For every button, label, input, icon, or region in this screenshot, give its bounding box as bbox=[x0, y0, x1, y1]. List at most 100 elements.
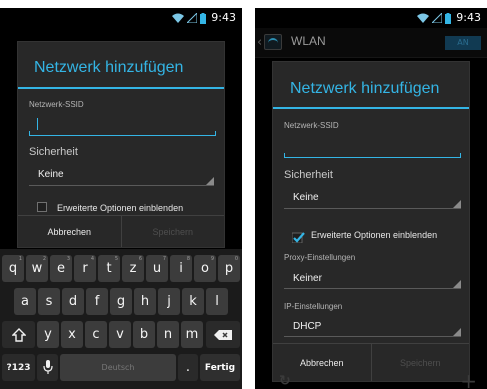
proxy-value: Keiner bbox=[293, 273, 322, 284]
key-m[interactable]: m bbox=[181, 321, 203, 348]
ssid-input[interactable] bbox=[29, 118, 216, 136]
dropdown-arrow-icon bbox=[453, 328, 461, 336]
key-r[interactable]: r4 bbox=[74, 255, 96, 282]
key-hint: 7 bbox=[162, 256, 166, 262]
done-key[interactable]: Fertig bbox=[200, 354, 240, 381]
keyboard-row-3: yxcvbnm bbox=[0, 321, 242, 351]
symbols-key[interactable]: ?123 bbox=[2, 354, 35, 381]
microphone-icon bbox=[42, 360, 53, 374]
key-i[interactable]: i8 bbox=[170, 255, 192, 282]
key-f[interactable]: f bbox=[86, 288, 108, 315]
voice-input-key[interactable] bbox=[37, 354, 58, 381]
key-hint: 6 bbox=[138, 256, 142, 262]
dropdown-arrow-icon bbox=[453, 200, 461, 208]
soft-keyboard: q1w2e3r4t5z6u7i8o9p0 asdfghjkl yxcvbnm ?… bbox=[0, 249, 242, 389]
key-hint: 9 bbox=[210, 256, 214, 262]
security-value: Keine bbox=[38, 169, 64, 180]
wifi-toggle[interactable]: AN bbox=[445, 36, 481, 50]
dropdown-arrow-icon bbox=[453, 280, 461, 288]
key-label: t bbox=[106, 261, 112, 276]
security-label: Sicherheit bbox=[29, 146, 78, 158]
key-label: p bbox=[224, 261, 234, 276]
dialog-title: Netzwerk hinzufügen bbox=[290, 80, 440, 97]
key-t[interactable]: t5 bbox=[98, 255, 120, 282]
battery-icon bbox=[445, 12, 452, 24]
keyboard-row-2: asdfghjkl bbox=[0, 288, 242, 318]
period-key[interactable]: . bbox=[178, 354, 198, 381]
key-c[interactable]: c bbox=[85, 321, 107, 348]
dialog-title: Netzwerk hinzufügen bbox=[34, 59, 184, 76]
ip-settings-label: IP-Einstellungen bbox=[284, 302, 343, 311]
key-h[interactable]: h bbox=[134, 288, 156, 315]
key-j[interactable]: j bbox=[158, 288, 180, 315]
bottom-bar: ↻ + bbox=[255, 369, 487, 389]
advanced-options-label: Erweiterte Optionen einblenden bbox=[57, 203, 184, 213]
shift-icon bbox=[11, 327, 26, 342]
advanced-options-checkbox[interactable] bbox=[37, 202, 47, 212]
key-d[interactable]: d bbox=[62, 288, 84, 315]
shift-key[interactable] bbox=[2, 321, 35, 348]
status-bar: 9:43 bbox=[255, 8, 487, 28]
key-v[interactable]: v bbox=[109, 321, 131, 348]
key-label: z bbox=[129, 261, 137, 276]
ip-settings-value: DHCP bbox=[293, 321, 322, 332]
key-n[interactable]: n bbox=[157, 321, 179, 348]
key-label: i bbox=[179, 261, 183, 276]
battery-icon bbox=[200, 12, 207, 24]
action-bar-title: WLAN bbox=[291, 34, 326, 48]
security-label: Sicherheit bbox=[284, 169, 333, 181]
key-label: r bbox=[82, 261, 88, 276]
key-hint: 1 bbox=[18, 256, 22, 262]
key-o[interactable]: o9 bbox=[194, 255, 216, 282]
save-button[interactable]: Speichern bbox=[122, 216, 225, 247]
key-g[interactable]: g bbox=[110, 288, 132, 315]
key-u[interactable]: u7 bbox=[146, 255, 168, 282]
backspace-icon bbox=[214, 329, 232, 340]
key-e[interactable]: e3 bbox=[50, 255, 72, 282]
clock: 9:43 bbox=[211, 11, 236, 24]
key-w[interactable]: w2 bbox=[26, 255, 48, 282]
ssid-input[interactable] bbox=[284, 146, 461, 158]
keyboard-row-1: q1w2e3r4t5z6u7i8o9p0 bbox=[0, 255, 242, 285]
spinner-underline bbox=[284, 208, 461, 209]
wifi-settings-icon bbox=[264, 34, 282, 50]
key-hint: 2 bbox=[42, 256, 46, 262]
key-hint: 0 bbox=[234, 256, 238, 262]
key-z[interactable]: z6 bbox=[122, 255, 144, 282]
spinner-underline bbox=[284, 288, 461, 289]
add-network-dialog: Netzwerk hinzufügen Netzwerk-SSID Sicher… bbox=[17, 41, 225, 248]
wifi-icon bbox=[417, 13, 430, 23]
back-chevron-icon[interactable]: ‹ bbox=[257, 35, 262, 50]
key-q[interactable]: q1 bbox=[2, 255, 24, 282]
key-b[interactable]: b bbox=[133, 321, 155, 348]
refresh-icon[interactable]: ↻ bbox=[279, 373, 291, 389]
key-s[interactable]: s bbox=[38, 288, 60, 315]
title-divider bbox=[273, 107, 469, 109]
key-x[interactable]: x bbox=[61, 321, 83, 348]
keyboard-row-4: ?123 Deutsch . Fertig bbox=[0, 354, 242, 384]
key-y[interactable]: y bbox=[37, 321, 59, 348]
ssid-label: Netzwerk-SSID bbox=[29, 100, 84, 109]
advanced-options-checkbox[interactable] bbox=[291, 228, 305, 244]
key-label: w bbox=[31, 261, 43, 276]
key-label: u bbox=[152, 261, 162, 276]
key-k[interactable]: k bbox=[182, 288, 204, 315]
ssid-label: Netzwerk-SSID bbox=[284, 121, 339, 130]
key-label: o bbox=[201, 261, 209, 276]
phone-screen-right: 9:43 ‹ WLAN AN Netzwerk hinzufügen Netzw… bbox=[255, 8, 487, 389]
key-hint: 3 bbox=[66, 256, 70, 262]
title-divider bbox=[18, 87, 224, 89]
signal-icon bbox=[432, 13, 443, 23]
key-hint: 4 bbox=[90, 256, 94, 262]
save-button[interactable]: Speichern bbox=[372, 344, 470, 381]
key-a[interactable]: a bbox=[14, 288, 36, 315]
key-l[interactable]: l bbox=[206, 288, 228, 315]
key-p[interactable]: p0 bbox=[218, 255, 240, 282]
add-icon[interactable]: + bbox=[460, 369, 477, 389]
key-label: q bbox=[8, 261, 18, 276]
signal-icon bbox=[187, 13, 198, 23]
cancel-button[interactable]: Abbrechen bbox=[18, 216, 122, 247]
space-key[interactable]: Deutsch bbox=[60, 354, 176, 381]
dropdown-arrow-icon bbox=[206, 177, 214, 185]
backspace-key[interactable] bbox=[206, 321, 240, 348]
